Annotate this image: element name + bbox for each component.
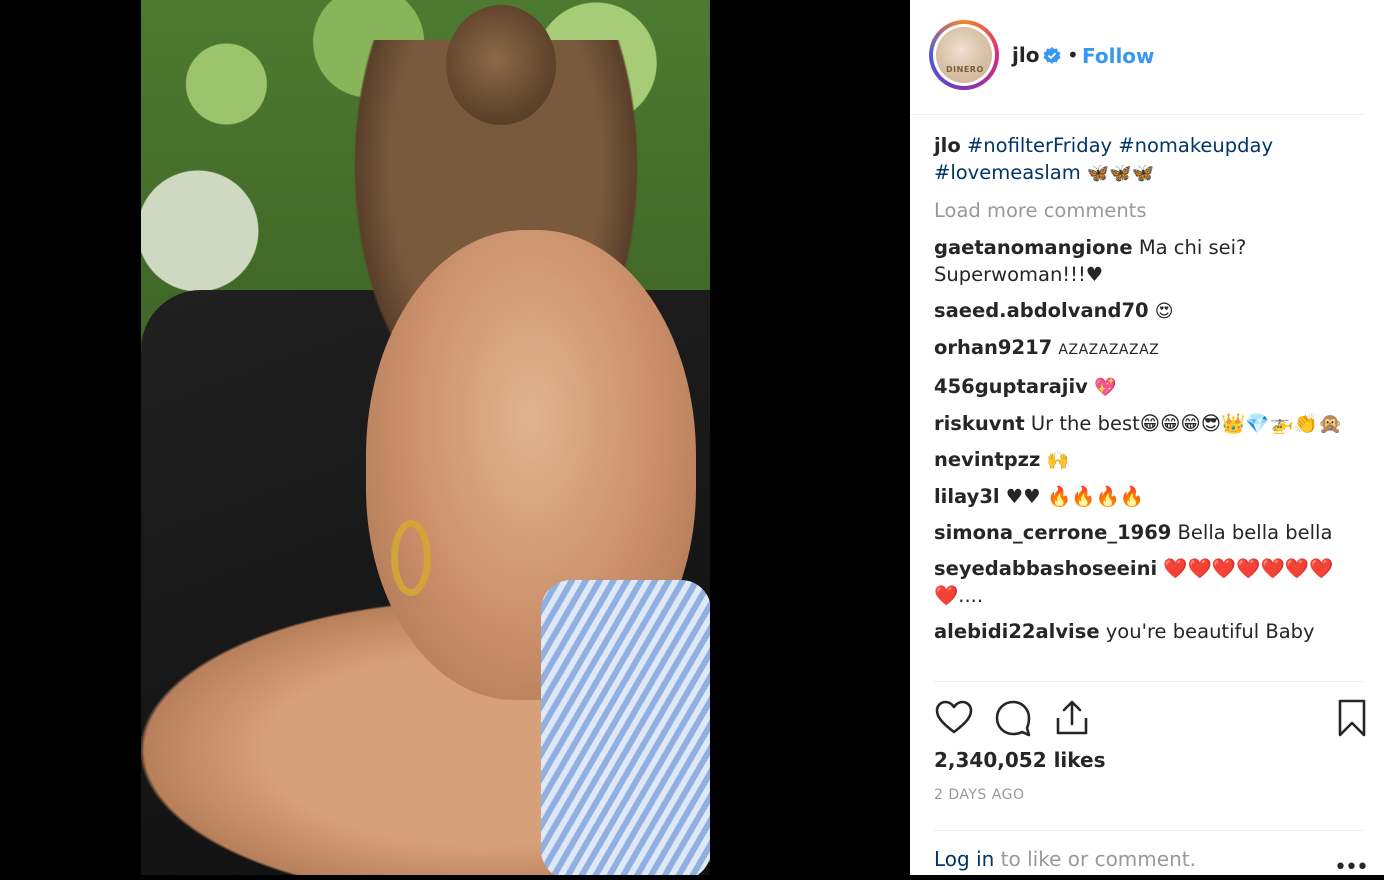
comments-list: jlo #nofilterFriday #nomakeupday #loveme… <box>934 132 1354 654</box>
post-actions <box>934 681 1366 752</box>
comment-username[interactable]: saeed.abdolvand70 <box>934 299 1149 322</box>
comment-item: nevintpzz 🙌 <box>934 446 1354 474</box>
comment-item: saeed.abdolvand70 😍 <box>934 297 1354 325</box>
login-prompt: Log in to like or comment. <box>934 847 1196 871</box>
comment-text: 💖 <box>1094 377 1117 398</box>
comment-text: ♥♥ 🔥🔥🔥🔥 <box>1005 485 1145 508</box>
post-timestamp[interactable]: 2 DAYS AGO <box>934 787 1024 803</box>
photo-earring <box>391 520 431 596</box>
comment-username[interactable]: seyedabbashoseeini <box>934 557 1157 580</box>
photo-viewer <box>0 0 910 875</box>
separator-dot: • <box>1067 43 1079 67</box>
login-bar: Log in to like or comment. ••• <box>934 830 1369 880</box>
comment-bubble-icon[interactable] <box>993 698 1033 738</box>
post-header: DINERO jlo • Follow <box>910 0 1365 115</box>
share-upload-icon[interactable] <box>1052 698 1092 738</box>
comment-item: 456guptarajiv 💖 <box>934 373 1354 401</box>
comment-text: 🙌 <box>1046 450 1069 471</box>
comment-username[interactable]: orhan9217 <box>934 336 1052 359</box>
hashtag-link[interactable]: #nofilterFriday <box>967 134 1112 157</box>
comment-username[interactable]: nevintpzz <box>934 448 1040 471</box>
comment-username[interactable]: lilay3l <box>934 485 1000 508</box>
avatar[interactable]: DINERO <box>929 20 999 90</box>
photo-hair-bun <box>446 5 556 125</box>
comment-item: lilay3l ♥♥ 🔥🔥🔥🔥 <box>934 483 1354 510</box>
comment-text: you're beautiful Baby <box>1105 620 1315 643</box>
more-options-icon[interactable]: ••• <box>1334 855 1369 880</box>
comment-username[interactable]: riskuvnt <box>934 412 1025 435</box>
login-prompt-text: to like or comment. <box>994 847 1196 871</box>
photo-dress-strap <box>541 580 710 875</box>
comment-username[interactable]: gaetanomangione <box>934 236 1133 259</box>
login-link[interactable]: Log in <box>934 847 994 871</box>
comment-item: orhan9217 AZAZAZAZAZ <box>934 334 1354 364</box>
comment-text: AZAZAZAZAZ <box>1058 342 1160 358</box>
comment-item: alebidi22alvise you're beautiful Baby <box>934 618 1354 645</box>
likes-count[interactable]: 2,340,052 likes <box>934 748 1106 772</box>
comment-item: seyedabbashoseeini ❤️❤️❤️❤️❤️❤️❤️❤️.... <box>934 555 1354 609</box>
avatar-image: DINERO <box>936 27 992 83</box>
comment-text: Bella bella bella <box>1177 521 1333 544</box>
hashtag-link[interactable]: #nomakeupday <box>1118 134 1273 157</box>
post-caption: jlo #nofilterFriday #nomakeupday #loveme… <box>934 132 1354 187</box>
comment-item: riskuvnt Ur the best😁😁😁😎👑💎🚁👏🙊 <box>934 410 1354 437</box>
follow-button[interactable]: Follow <box>1082 44 1155 68</box>
comment-text: 😍 <box>1154 301 1174 322</box>
bookmark-icon[interactable] <box>1332 698 1372 738</box>
load-more-comments-button[interactable]: Load more comments <box>934 199 1354 222</box>
comment-username[interactable]: 456guptarajiv <box>934 375 1088 398</box>
comment-username[interactable]: simona_cerrone_1969 <box>934 521 1171 544</box>
caption-username[interactable]: jlo <box>934 134 961 157</box>
hashtag-link[interactable]: #lovemeaslam <box>934 161 1081 184</box>
verified-badge-icon <box>1043 47 1061 64</box>
avatar-text: DINERO <box>946 65 984 74</box>
comment-item: simona_cerrone_1969 Bella bella bella <box>934 519 1354 546</box>
heart-icon[interactable] <box>934 698 974 738</box>
caption-emoji: 🦋🦋🦋 <box>1086 163 1155 184</box>
post-sidebar: DINERO jlo • Follow jlo #nofilterFriday … <box>910 0 1384 880</box>
post-username[interactable]: jlo <box>1012 43 1039 67</box>
comment-username[interactable]: alebidi22alvise <box>934 620 1100 643</box>
post-photo[interactable] <box>141 0 710 875</box>
comment-text: Ur the best😁😁😁😎👑💎🚁👏🙊 <box>1030 412 1343 435</box>
comment-item: gaetanomangione Ma chi sei? Superwoman!!… <box>934 234 1354 288</box>
